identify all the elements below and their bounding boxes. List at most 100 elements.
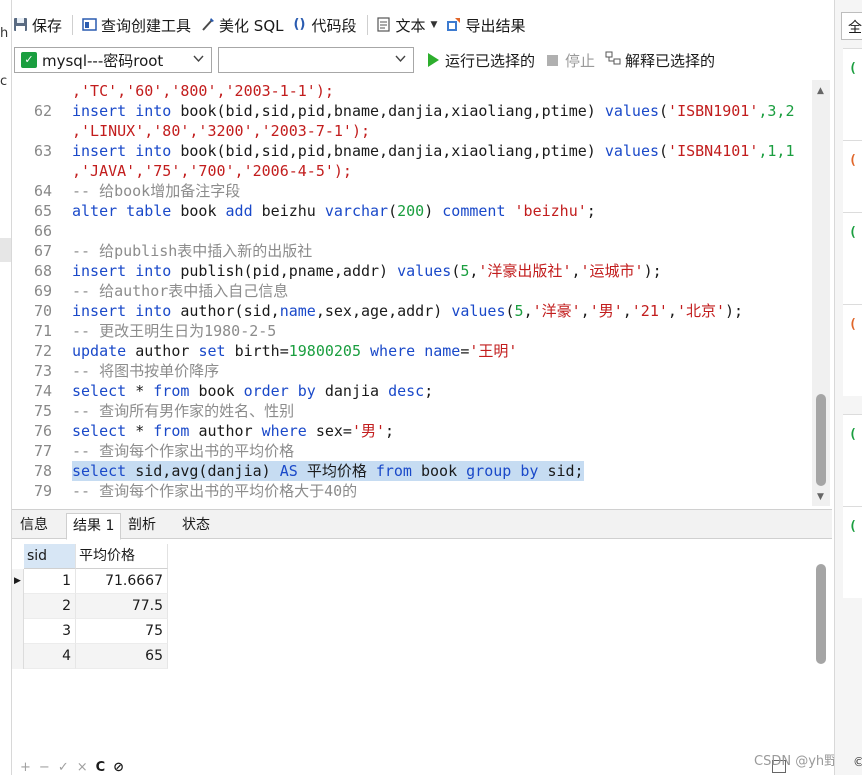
cell-sid[interactable]: 3 <box>24 619 76 644</box>
code-line[interactable]: 63 insert into book(bid,sid,pid,bname,dan… <box>12 141 812 161</box>
row-indicator[interactable] <box>12 619 24 644</box>
row-indicator[interactable]: ▶ <box>12 569 24 594</box>
tab-info[interactable]: 信息 <box>14 513 54 540</box>
code-token: , <box>580 302 590 320</box>
code-line[interactable]: 78 select sid,avg(danjia) AS 平均价格 from bo… <box>12 461 812 481</box>
code-token: from <box>153 422 199 440</box>
code-line[interactable]: 62 insert into book(bid,sid,pid,bname,dan… <box>12 101 812 121</box>
code-line[interactable]: 79 -- 查询每个作家出书的平均价格大于40的 <box>12 481 812 501</box>
code-token: book <box>421 462 467 480</box>
code-line[interactable]: 72 update author set birth=19800205 where… <box>12 341 812 361</box>
row-indicator[interactable] <box>12 594 24 619</box>
stop-refresh-button[interactable]: ⊘ <box>113 760 124 775</box>
code-line[interactable]: 77 -- 查询每个作家出书的平均价格 <box>12 441 812 461</box>
code-line[interactable]: 66 <box>12 221 812 241</box>
row-indicator[interactable] <box>12 644 24 669</box>
beautify-sql-label: 美化 SQL <box>219 16 284 35</box>
right-panel-bottom-icon[interactable]: © <box>853 755 862 769</box>
code-token: book(bid,sid,pid,bname,danjia,xiaoliang,… <box>180 142 605 160</box>
tab-profile[interactable]: 剖析 <box>122 513 162 540</box>
export-results-button[interactable]: 导出结果 <box>445 12 525 38</box>
line-number: 67 <box>33 242 52 260</box>
cell-sid[interactable]: 1 <box>24 569 76 594</box>
code-text: -- 更改王明生日为1980-2-5 <box>72 321 276 341</box>
code-token: '男' <box>589 302 623 320</box>
query-builder-button[interactable]: 查询创建工具 <box>81 12 191 38</box>
tab-status[interactable]: 状态 <box>176 513 216 540</box>
cell-sid[interactable]: 4 <box>24 644 76 669</box>
cell-avg-price[interactable]: 77.5 <box>76 594 168 619</box>
code-text: insert into book(bid,sid,pid,bname,danji… <box>72 101 794 121</box>
cell-avg-price[interactable]: 65 <box>76 644 168 669</box>
scroll-up-icon[interactable]: ▲ <box>817 86 824 96</box>
snippets-button[interactable]: () 代码段 <box>292 12 357 38</box>
connection-select[interactable]: ✓ mysql---密码root <box>14 47 212 73</box>
beautify-sql-button[interactable]: 美化 SQL <box>199 12 284 38</box>
column-header-sid[interactable]: sid <box>24 544 76 569</box>
result-scrollbar-thumb[interactable] <box>816 564 826 664</box>
code-token: update <box>72 342 136 360</box>
code-token: '男' <box>351 422 386 440</box>
code-line[interactable]: ,'LINUX','80','3200','2003-7-1'); <box>12 121 812 141</box>
refresh-button[interactable]: C <box>96 760 106 775</box>
snippet-icon: () <box>293 17 306 32</box>
code-text: select * from author where sex='男'; <box>72 421 394 441</box>
code-line[interactable]: 76 select * from author where sex='男'; <box>12 421 812 441</box>
save-button[interactable]: 保存 <box>12 12 62 38</box>
apply-changes-button[interactable]: ✓ <box>58 760 69 775</box>
cell-avg-price[interactable]: 71.6667 <box>76 569 168 594</box>
snippet-list-item[interactable]: ( <box>843 212 862 304</box>
code-line[interactable]: 74 select * from book order by danjia des… <box>12 381 812 401</box>
line-number: 79 <box>33 482 52 500</box>
code-line[interactable]: 64 -- 给book增加备注字段 <box>12 181 812 201</box>
code-line[interactable]: ,'JAVA','75','700','2006-4-5'); <box>12 161 812 181</box>
code-line[interactable]: 68 insert into publish(pid,pname,addr) va… <box>12 261 812 281</box>
discard-changes-button[interactable]: × <box>77 760 88 775</box>
snippet-list-item[interactable]: ( <box>843 48 862 140</box>
right-panel-search[interactable]: 全 <box>841 12 862 40</box>
explain-selected-button[interactable]: 解释已选择的 <box>605 50 715 71</box>
database-select[interactable] <box>218 47 414 73</box>
line-number: 78 <box>33 462 52 480</box>
result-tabs: 信息 结果 1 剖析 状态 <box>12 509 832 540</box>
export-icon <box>445 17 461 33</box>
code-line[interactable]: 70 insert into author(sid,name,sex,age,ad… <box>12 301 812 321</box>
delete-row-button[interactable]: − <box>39 760 50 775</box>
tab-result-1[interactable]: 结果 1 <box>66 513 122 540</box>
snippet-list-item[interactable]: ( <box>843 414 862 506</box>
code-token: author(sid, <box>180 302 280 320</box>
code-token: AS <box>279 462 307 480</box>
sql-editor[interactable]: ,'TC','60','800','2003-1-1'); 62 insert in… <box>12 80 812 506</box>
code-token: -- 将图书按单价降序 <box>72 362 220 380</box>
code-line[interactable]: 73 -- 将图书按单价降序 <box>12 361 812 381</box>
code-token: beizhu <box>261 202 325 220</box>
cell-avg-price[interactable]: 75 <box>76 619 168 644</box>
snippet-list-item[interactable]: ( <box>843 304 862 396</box>
editor-scrollbar-thumb[interactable] <box>816 394 826 486</box>
code-line[interactable]: 69 -- 给author表中插入自己信息 <box>12 281 812 301</box>
code-token: * <box>135 422 154 440</box>
editor-scrollbar[interactable]: ▲ ▼ <box>812 80 830 506</box>
code-line[interactable]: 67 -- 给publish表中插入新的出版社 <box>12 241 812 261</box>
code-token: 200 <box>397 202 425 220</box>
code-line[interactable]: 75 -- 查询所有男作家的姓名、性别 <box>12 401 812 421</box>
code-token: author <box>135 342 199 360</box>
line-number: 73 <box>33 362 52 380</box>
code-line[interactable]: ,'TC','60','800','2003-1-1'); <box>12 81 812 101</box>
code-token: -- 查询每个作家出书的平均价格 <box>72 442 295 460</box>
snippet-list-item[interactable]: ( <box>843 506 862 598</box>
code-line[interactable]: 65 alter table book add beizhu varchar(20… <box>12 201 812 221</box>
code-text: -- 查询每个作家出书的平均价格 <box>72 441 294 461</box>
code-token: '北京' <box>676 302 725 320</box>
scroll-down-icon[interactable]: ▼ <box>817 492 824 502</box>
column-header-avg-price[interactable]: 平均价格 <box>76 544 168 569</box>
code-token: -- 更改王明生日为1980-2-5 <box>72 322 277 340</box>
add-row-button[interactable]: + <box>20 760 31 775</box>
code-line[interactable]: 71 -- 更改王明生日为1980-2-5 <box>12 321 812 341</box>
text-menu-button[interactable]: 文本 ▼ <box>376 12 437 38</box>
code-token: ; <box>385 422 395 440</box>
run-selected-button[interactable]: 运行已选择的 <box>428 50 535 71</box>
code-token: comment <box>442 202 515 220</box>
cell-sid[interactable]: 2 <box>24 594 76 619</box>
stop-button[interactable]: 停止 <box>547 50 595 71</box>
